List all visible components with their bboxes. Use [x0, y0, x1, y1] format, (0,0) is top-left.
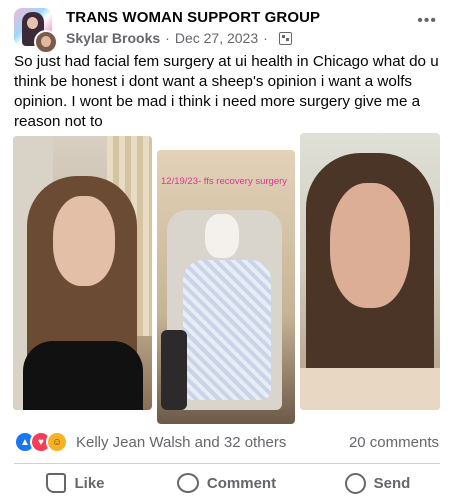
audience-icon: [278, 31, 292, 45]
post-date[interactable]: Dec 27, 2023: [175, 30, 258, 46]
post-body: So just had facial fem surgery at ui hea…: [14, 53, 439, 130]
photo-2-chair: [161, 330, 187, 410]
thumbs-up-icon: [46, 473, 67, 493]
more-icon[interactable]: •••: [417, 12, 437, 30]
group-name[interactable]: TRANS WOMAN SUPPORT GROUP: [66, 9, 320, 26]
photo-3-shirt: [300, 368, 440, 410]
reactions-summary[interactable]: ▲ ♥ ☺ Kelly Jean Walsh and 32 others: [14, 431, 286, 453]
post-meta: Skylar Brooks · Dec 27, 2023 ·: [66, 30, 292, 46]
messenger-icon: [344, 472, 366, 494]
post-actions: Like Comment Send: [0, 466, 453, 500]
meta-separator: ·: [165, 30, 170, 46]
photo-2-gown: [183, 260, 271, 400]
comment-button[interactable]: Comment: [151, 466, 302, 500]
send-label: Send: [373, 474, 411, 492]
reaction-names[interactable]: Kelly Jean Walsh and 32 others: [76, 434, 286, 451]
comment-label: Comment: [206, 474, 277, 492]
author-avatar-face: [41, 36, 51, 47]
comment-count[interactable]: 20 comments: [349, 434, 439, 451]
post-photo-3[interactable]: [300, 133, 440, 410]
care-icon: ☺: [46, 431, 68, 453]
photo-1-shirt: [23, 341, 143, 410]
like-button[interactable]: Like: [0, 466, 151, 500]
send-button[interactable]: Send: [302, 466, 453, 500]
comment-icon: [176, 473, 199, 493]
author-avatar[interactable]: [34, 30, 58, 54]
photo-1-face: [53, 196, 115, 286]
photo-2-caption: 12/19/23- ffs recovery surgery: [161, 176, 288, 187]
meta-separator-2: ·: [263, 30, 268, 46]
author-name[interactable]: Skylar Brooks: [66, 30, 160, 46]
post-header: TRANS WOMAN SUPPORT GROUP Skylar Brooks …: [0, 0, 453, 54]
photo-2-bandage: [205, 214, 239, 258]
divider: [14, 463, 440, 464]
photo-3-face: [330, 183, 410, 308]
like-label: Like: [74, 474, 105, 492]
post-photo-2[interactable]: 12/19/23- ffs recovery surgery: [157, 150, 295, 424]
post-photo-1[interactable]: [13, 136, 152, 410]
group-avatar-face: [27, 17, 38, 29]
